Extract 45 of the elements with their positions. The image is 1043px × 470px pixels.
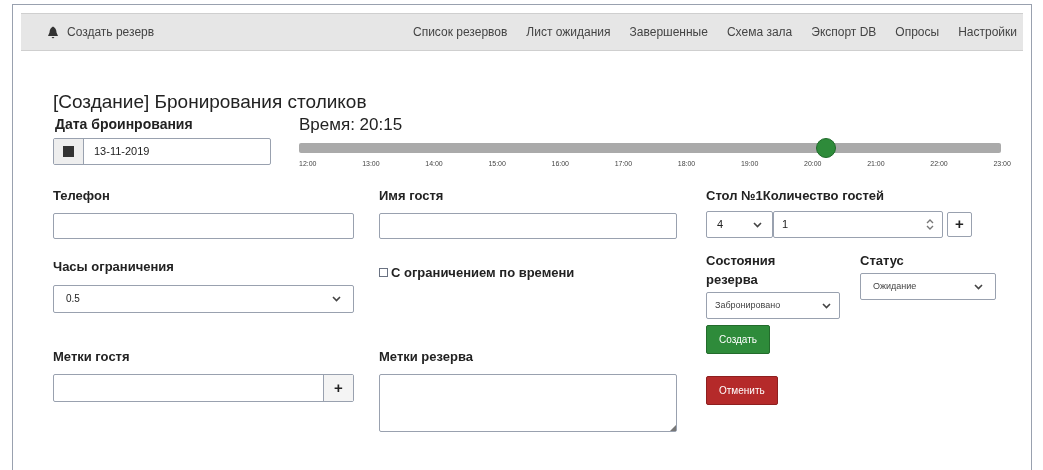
page-title: [Создание] Бронирования столиков bbox=[53, 91, 367, 113]
guest-tags-field[interactable]: + bbox=[53, 374, 354, 402]
guest-name-field[interactable] bbox=[379, 213, 677, 239]
nav-link[interactable]: Настройки bbox=[958, 23, 1017, 41]
field-label: Метки гостя bbox=[53, 347, 130, 366]
nav-link[interactable]: Схема зала bbox=[726, 23, 793, 41]
field-label: Имя гостя bbox=[379, 186, 444, 205]
nav-link[interactable]: Опросы bbox=[895, 23, 940, 41]
checkbox-label: С ограничением по времени bbox=[391, 264, 575, 282]
time-label: Время: 20:15 bbox=[299, 115, 403, 135]
slider-thumb[interactable] bbox=[815, 138, 836, 158]
nav-link[interactable]: Список резервов bbox=[413, 23, 508, 41]
bell-icon bbox=[47, 25, 59, 39]
limit-hours-select[interactable]: 0.5 bbox=[53, 284, 354, 313]
create-reserve-link[interactable]: Создать резерв bbox=[47, 23, 155, 41]
checkbox[interactable] bbox=[379, 268, 388, 278]
chevron-icon bbox=[822, 302, 831, 309]
table-select[interactable]: 4 bbox=[706, 211, 773, 238]
cancel-button[interactable]: Отменить bbox=[706, 376, 778, 405]
add-button[interactable]: + bbox=[323, 375, 353, 401]
guests-number-field[interactable]: 1 bbox=[773, 211, 943, 238]
chevron-icon bbox=[753, 221, 762, 228]
calendar-icon bbox=[63, 146, 74, 157]
field-label: Часы ограничения bbox=[53, 258, 174, 276]
nav-link[interactable]: Экспорт DB bbox=[811, 23, 877, 41]
field-label: Стол №1Количество гостей bbox=[706, 186, 884, 205]
field-label: Статус bbox=[860, 252, 904, 270]
field-label: Состояния резерва bbox=[706, 252, 777, 289]
spinner-icon bbox=[926, 219, 934, 230]
time-slider[interactable] bbox=[299, 138, 1001, 158]
nav-link[interactable]: Завершенные bbox=[629, 23, 708, 41]
create-button[interactable]: Создать bbox=[706, 325, 770, 354]
phone-field[interactable] bbox=[53, 213, 354, 239]
field-label: Дата броинрования bbox=[54, 115, 193, 133]
field-label: Метки резерва bbox=[379, 347, 474, 366]
chevron-icon bbox=[974, 283, 983, 290]
reserve-state-select[interactable]: Забронировано bbox=[706, 292, 840, 319]
date-field[interactable]: 13-11-2019 bbox=[53, 138, 271, 165]
chevron-icon bbox=[332, 295, 341, 302]
field-label: Телефон bbox=[53, 186, 110, 205]
add-button[interactable]: + bbox=[947, 212, 972, 237]
resize-handle-icon bbox=[670, 425, 676, 431]
reserve-tags-field[interactable] bbox=[379, 374, 677, 432]
nav-link[interactable]: Лист ожидания bbox=[526, 23, 611, 41]
status-select[interactable]: Ожидание bbox=[860, 273, 996, 300]
